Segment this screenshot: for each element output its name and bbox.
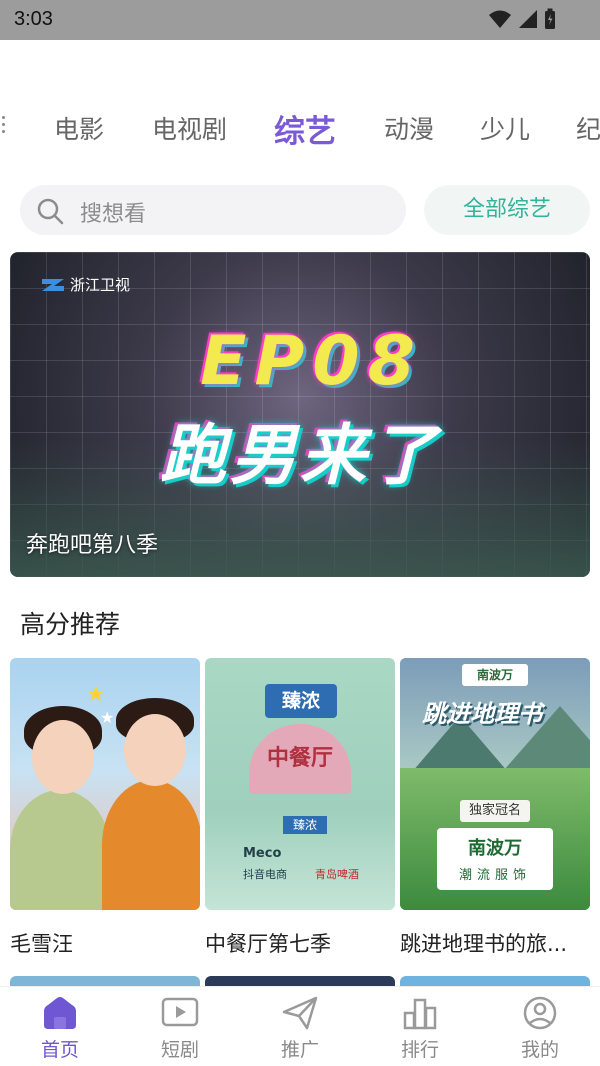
banner-headline: 跑男来了 [160, 417, 440, 494]
sponsor-badge: 臻浓 [283, 816, 327, 834]
featured-banner[interactable]: 浙江卫视 EP08 跑男来了 奔跑吧第八季 [10, 252, 590, 577]
channel-name: 浙江卫视 [70, 276, 131, 294]
channel-logo: 浙江卫视 [40, 274, 130, 295]
star-icon: ★ [86, 682, 106, 707]
host-figure [102, 780, 200, 910]
cell-signal-icon [519, 10, 537, 28]
nav-short-drama[interactable]: 短剧 [120, 995, 240, 1062]
sponsor-logo: 臻浓 [265, 684, 337, 718]
banner-caption: 奔跑吧第八季 [26, 533, 159, 558]
send-icon [282, 996, 318, 1030]
tab-kids[interactable]: 少儿 [480, 110, 530, 146]
tab-variety[interactable]: 综艺 [274, 106, 336, 151]
chart-icon [403, 998, 437, 1030]
tab-anime[interactable]: 动漫 [384, 110, 434, 146]
nav-short-drama-label: 短剧 [160, 1039, 199, 1061]
more-categories-icon[interactable] [2, 116, 8, 137]
all-variety-button[interactable]: 全部综艺 [424, 185, 590, 235]
card-title[interactable]: 中餐厅第七季 [205, 928, 395, 958]
home-icon [44, 997, 76, 1029]
battery-icon [545, 8, 555, 29]
user-icon [523, 996, 557, 1030]
wifi-icon [489, 10, 511, 28]
bottom-navigation: 首页 短剧 推广 排行 我的 [0, 986, 600, 1066]
partner-tsingtao: 青岛啤酒 [315, 868, 359, 881]
host-face [32, 720, 94, 794]
exclusive-label: 独家冠名 [460, 800, 530, 822]
tab-tv-series[interactable]: 电视剧 [152, 110, 227, 146]
search-placeholder: 搜想看 [80, 202, 147, 227]
sponsor-brand: 南波万 [468, 838, 522, 859]
card-title[interactable]: 跳进地理书的旅... [400, 928, 590, 958]
nav-promote[interactable]: 推广 [240, 995, 360, 1062]
nav-profile[interactable]: 我的 [480, 995, 600, 1062]
nav-promote-label: 推广 [280, 1039, 319, 1061]
section-title: 高分推荐 [20, 610, 121, 639]
nav-home[interactable]: 首页 [0, 995, 120, 1062]
search-icon [36, 197, 64, 229]
system-icons [488, 8, 556, 30]
nav-profile-label: 我的 [520, 1039, 559, 1061]
star-icon: ★ [100, 708, 115, 727]
show-card-maoxuewang[interactable]: ★ ★ [10, 658, 200, 910]
search-input[interactable]: 搜想看 [20, 185, 406, 235]
nav-ranking-label: 排行 [400, 1039, 439, 1061]
category-tabs: 电影 电视剧 综艺 动漫 少儿 纪 [0, 100, 600, 156]
zhejiang-tv-logo-icon [42, 278, 64, 291]
sponsor-tag: 南波万 [462, 664, 528, 686]
sponsor-slogan: 潮流服饰 [458, 868, 531, 883]
host-face [124, 714, 186, 786]
partner-douyin: 抖音电商 [243, 868, 287, 881]
status-bar: 3:03 [0, 0, 600, 40]
play-icon [161, 997, 199, 1027]
poster-show-name: 中餐厅 [266, 746, 333, 771]
partner-meco: Meco [243, 846, 282, 861]
tab-movie[interactable]: 电影 [54, 110, 104, 146]
nav-ranking[interactable]: 排行 [360, 995, 480, 1062]
banner-episode: EP08 [200, 322, 423, 401]
card-title[interactable]: 毛雪汪 [10, 928, 200, 958]
tab-documentary[interactable]: 纪 [576, 110, 600, 146]
status-time: 3:03 [14, 8, 53, 30]
show-card-restaurant[interactable]: 臻浓 中餐厅 臻浓 Meco 抖音电商 青岛啤酒 [205, 658, 395, 910]
show-card-geography[interactable]: 南波万 跳进地理书 独家冠名 南波万 潮流服饰 [400, 658, 590, 910]
host-figure [10, 790, 110, 910]
nav-home-label: 首页 [40, 1039, 79, 1061]
poster-headline: 跳进地理书 [422, 700, 542, 728]
sponsor-board: 南波万 潮流服饰 [437, 828, 553, 890]
